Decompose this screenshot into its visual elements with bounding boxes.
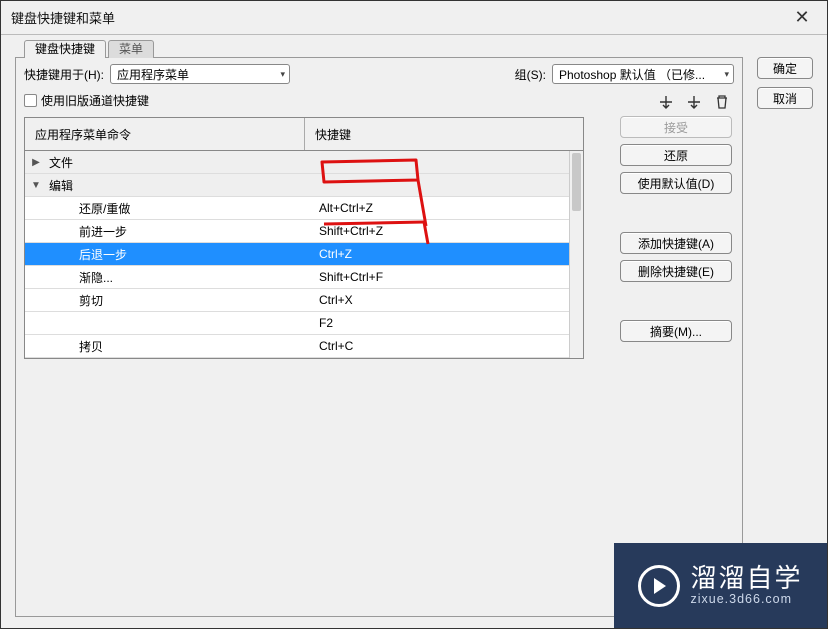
cmd-label: 拷贝	[77, 338, 313, 355]
legacy-label: 使用旧版通道快捷键	[41, 92, 149, 109]
list-item[interactable]: 还原/重做 Alt+Ctrl+Z	[25, 197, 569, 220]
delete-shortcut-button[interactable]: 删除快捷键(E)	[620, 260, 732, 282]
add-shortcut-button[interactable]: 添加快捷键(A)	[620, 232, 732, 254]
shortcuts-for-select[interactable]: 应用程序菜单 ▾	[110, 64, 290, 84]
list-rows: ▶ 文件 ▼ 编辑 还原/重做	[25, 151, 569, 358]
cmd-shortcut: Shift+Ctrl+F	[313, 270, 569, 284]
trash-icon[interactable]	[712, 92, 732, 112]
list-item[interactable]: 前进一步 Shift+Ctrl+Z	[25, 220, 569, 243]
watermark: 溜溜自学 zixue.3d66.com	[614, 543, 827, 628]
scrollbar[interactable]	[569, 151, 583, 358]
tabs: 键盘快捷键 菜单	[24, 40, 156, 58]
shortcuts-for-value: 应用程序菜单	[117, 66, 189, 83]
list-item[interactable]: F2	[25, 312, 569, 335]
dialog-right-buttons: 确定 取消	[757, 57, 813, 117]
cmd-shortcut: Shift+Ctrl+Z	[313, 224, 569, 238]
accept-button[interactable]: 接受	[620, 116, 732, 138]
shortcuts-for-label: 快捷键用于(H):	[24, 66, 104, 83]
cmd-label: 渐隐...	[77, 269, 313, 286]
col-shortcut: 快捷键	[305, 118, 583, 150]
chevron-updown-icon: ▾	[280, 69, 285, 80]
tab-menus[interactable]: 菜单	[108, 40, 154, 58]
summary-button[interactable]: 摘要(M)...	[620, 320, 732, 342]
close-icon[interactable]: ✕	[787, 7, 817, 28]
group-label: 编辑	[47, 177, 305, 194]
chevron-updown-icon: ▾	[724, 69, 729, 80]
group-row-edit[interactable]: ▼ 编辑	[25, 174, 569, 197]
cmd-shortcut: Ctrl+C	[313, 339, 569, 353]
use-default-button[interactable]: 使用默认值(D)	[620, 172, 732, 194]
toprow: 快捷键用于(H): 应用程序菜单 ▾ 组(S): Photoshop 默认值 （…	[16, 58, 742, 90]
ok-button[interactable]: 确定	[757, 57, 813, 79]
cmd-shortcut: Ctrl+Z	[313, 247, 569, 261]
window-title: 键盘快捷键和菜单	[11, 8, 787, 27]
cmd-shortcut: Alt+Ctrl+Z	[313, 201, 569, 215]
col-command: 应用程序菜单命令	[25, 118, 305, 150]
list-item-selected[interactable]: 后退一步 Ctrl+Z	[25, 243, 569, 266]
cmd-label: 后退一步	[77, 246, 313, 263]
cmd-label: 前进一步	[77, 223, 313, 240]
set-label: 组(S):	[515, 66, 546, 83]
group-label: 文件	[47, 154, 305, 171]
legacy-row: 使用旧版通道快捷键	[16, 90, 742, 113]
undo-button[interactable]: 还原	[620, 144, 732, 166]
watermark-title: 溜溜自学	[690, 565, 802, 592]
list-item[interactable]: 渐隐... Shift+Ctrl+F	[25, 266, 569, 289]
list-body: ▶ 文件 ▼ 编辑 还原/重做	[24, 151, 584, 359]
cmd-label: 还原/重做	[77, 200, 313, 217]
group-row-file[interactable]: ▶ 文件	[25, 151, 569, 174]
titlebar: 键盘快捷键和菜单 ✕	[1, 1, 827, 35]
cmd-shortcut: Ctrl+X	[313, 293, 569, 307]
cmd-shortcut: F2	[313, 316, 569, 330]
expand-icon: ▶	[25, 157, 47, 168]
scrollbar-thumb[interactable]	[572, 153, 581, 211]
tab-shortcuts[interactable]: 键盘快捷键	[24, 40, 106, 58]
list-header: 应用程序菜单命令 快捷键	[24, 117, 584, 151]
play-icon	[638, 565, 680, 607]
watermark-url: zixue.3d66.com	[690, 593, 802, 606]
set-iconbar	[656, 92, 732, 112]
cmd-label: 剪切	[77, 292, 313, 309]
cancel-button[interactable]: 取消	[757, 87, 813, 109]
set-value: Photoshop 默认值 （已修...	[559, 66, 705, 83]
main-panel: 键盘快捷键 菜单 快捷键用于(H): 应用程序菜单 ▾ 组(S): Photos…	[15, 57, 743, 617]
legacy-checkbox[interactable]	[24, 94, 37, 107]
side-buttons: 接受 还原 使用默认值(D) 添加快捷键(A) 删除快捷键(E) 摘要(M)..…	[620, 116, 732, 342]
list-item[interactable]: 剪切 Ctrl+X	[25, 289, 569, 312]
collapse-icon: ▼	[25, 180, 47, 191]
dialog-window: 键盘快捷键和菜单 ✕ 确定 取消 键盘快捷键 菜单 快捷键用于(H): 应用程序…	[0, 0, 828, 629]
save-set-as-icon[interactable]	[684, 92, 704, 112]
list-item[interactable]: 拷贝 Ctrl+C	[25, 335, 569, 358]
set-select[interactable]: Photoshop 默认值 （已修... ▾	[552, 64, 734, 84]
save-set-icon[interactable]	[656, 92, 676, 112]
